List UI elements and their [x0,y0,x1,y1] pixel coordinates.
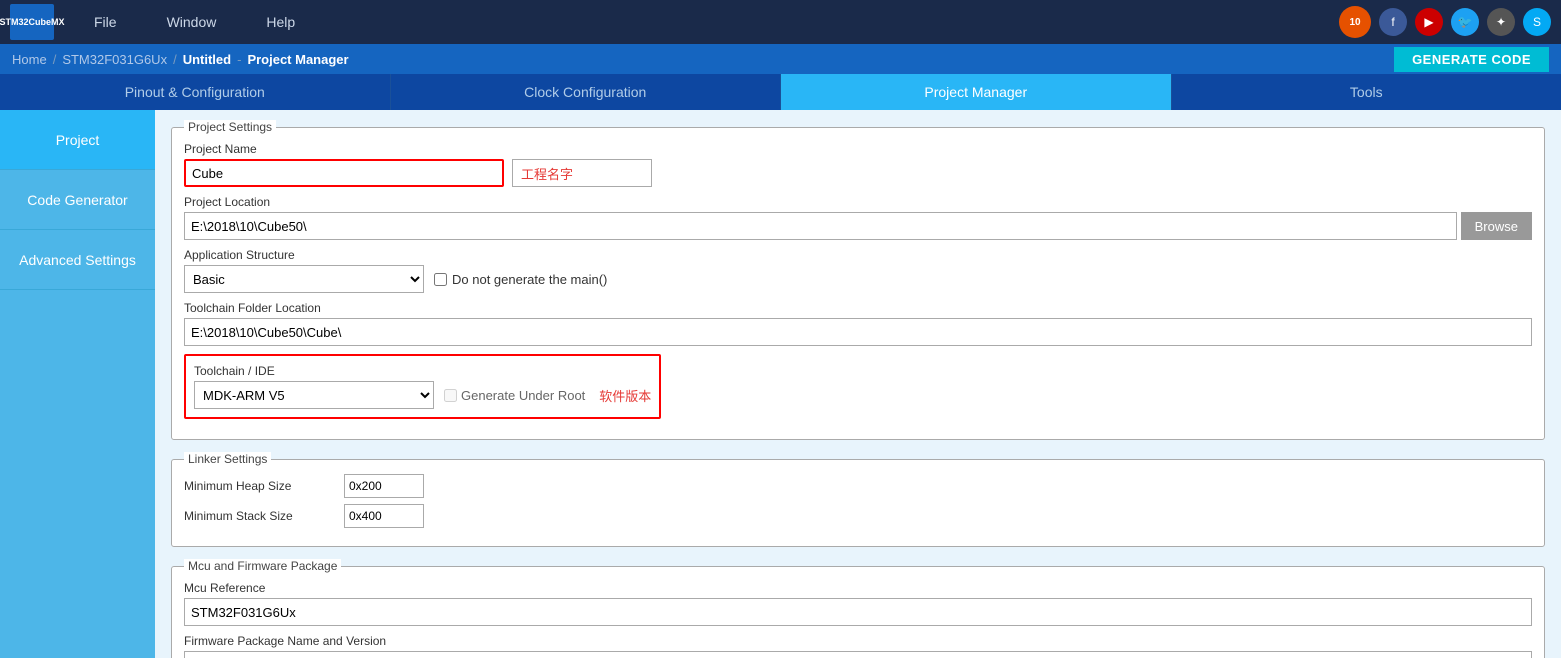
breadcrumb-bar: Home / STM32F031G6Ux / Untitled - Projec… [0,44,1561,74]
sidebar-item-project[interactable]: Project [0,110,155,170]
app-structure-input-row: Basic Advanced Do not generate the main(… [184,265,1532,293]
content-area: Project Settings Project Name 工程名字 Proje… [155,110,1561,658]
mcu-ref-input[interactable] [184,598,1532,626]
nav-menu: File Window Help [94,14,1339,30]
chinese-software-label: 软件版本 [599,386,651,405]
fw-package-input[interactable] [184,651,1532,658]
project-settings-legend: Project Settings [184,120,276,134]
logo-area: STM32 CubeMX [10,4,54,40]
project-location-label: Project Location [184,195,1532,209]
project-settings-section: Project Settings Project Name 工程名字 Proje… [171,120,1545,440]
location-input-row: Browse [184,212,1532,240]
menu-file[interactable]: File [94,14,117,30]
browse-button[interactable]: Browse [1461,212,1532,240]
main-layout: Project Code Generator Advanced Settings… [0,110,1561,658]
social-icons: 10 f ▶ 🐦 ✦ S [1339,6,1551,38]
mcu-firmware-legend: Mcu and Firmware Package [184,559,341,573]
toolchain-ide-box: Toolchain / IDE MDK-ARM V5 MDK-ARM V4 EW… [184,354,661,419]
mcu-ref-row: Mcu Reference [184,581,1532,626]
top-header: STM32 CubeMX File Window Help 10 f ▶ 🐦 ✦… [0,0,1561,44]
breadcrumb-dash: - [237,52,241,67]
sidebar-item-advanced-settings[interactable]: Advanced Settings [0,230,155,290]
toolchain-ide-row: Toolchain / IDE MDK-ARM V5 MDK-ARM V4 EW… [184,354,1532,419]
menu-window[interactable]: Window [167,14,217,30]
mcu-firmware-section: Mcu and Firmware Package Mcu Reference F… [171,559,1545,658]
fw-package-row: Firmware Package Name and Version [184,634,1532,658]
breadcrumb-section: Project Manager [247,52,348,67]
project-location-row: Project Location Browse [184,195,1532,240]
min-heap-input[interactable] [344,474,424,498]
linker-settings-legend: Linker Settings [184,452,271,466]
toolchain-ide-select[interactable]: MDK-ARM V5 MDK-ARM V4 EWARM SW4STM32 Tru… [194,381,434,409]
st-icon[interactable]: S [1523,8,1551,36]
menu-help[interactable]: Help [266,14,295,30]
chinese-project-name-label: 工程名字 [512,159,652,187]
twitter-icon[interactable]: 🐦 [1451,8,1479,36]
tab-project-manager[interactable]: Project Manager [781,74,1172,110]
min-heap-row: Minimum Heap Size [184,474,1532,498]
project-name-row: Project Name 工程名字 [184,142,1532,187]
breadcrumb-project[interactable]: Untitled [183,52,231,67]
app-logo: STM32 CubeMX [10,4,54,40]
tab-pinout[interactable]: Pinout & Configuration [0,74,391,110]
app-structure-label: Application Structure [184,248,1532,262]
tab-tools[interactable]: Tools [1172,74,1561,110]
toolchain-folder-row: Toolchain Folder Location [184,301,1532,346]
toolchain-ide-label: Toolchain / IDE [194,364,651,378]
toolchain-folder-label: Toolchain Folder Location [184,301,1532,315]
sidebar: Project Code Generator Advanced Settings [0,110,155,658]
sidebar-item-code-generator[interactable]: Code Generator [0,170,155,230]
do-not-generate-main-checkbox[interactable] [434,273,447,286]
generate-root-label[interactable]: Generate Under Root [444,388,585,403]
breadcrumb-home[interactable]: Home [12,52,47,67]
min-stack-row: Minimum Stack Size [184,504,1532,528]
min-stack-input[interactable] [344,504,424,528]
project-name-input-row: 工程名字 [184,159,1532,187]
facebook-icon[interactable]: f [1379,8,1407,36]
version-badge: 10 [1339,6,1371,38]
generate-root-checkbox [444,389,457,402]
min-heap-label: Minimum Heap Size [184,479,334,493]
breadcrumb-mcu[interactable]: STM32F031G6Ux [62,52,167,67]
toolchain-folder-input[interactable] [184,318,1532,346]
fw-package-label: Firmware Package Name and Version [184,634,1532,648]
project-name-input[interactable] [184,159,504,187]
breadcrumb-sep1: / [53,52,57,67]
app-structure-row: Application Structure Basic Advanced Do … [184,248,1532,293]
network-icon[interactable]: ✦ [1487,8,1515,36]
tab-clock[interactable]: Clock Configuration [391,74,782,110]
youtube-icon[interactable]: ▶ [1415,8,1443,36]
generate-code-button[interactable]: GENERATE CODE [1394,47,1549,72]
do-not-generate-main-checkbox-label[interactable]: Do not generate the main() [434,272,607,287]
project-location-input[interactable] [184,212,1457,240]
tab-bar: Pinout & Configuration Clock Configurati… [0,74,1561,110]
app-structure-select[interactable]: Basic Advanced [184,265,424,293]
linker-settings-section: Linker Settings Minimum Heap Size Minimu… [171,452,1545,547]
project-name-label: Project Name [184,142,1532,156]
toolchain-inner-row: MDK-ARM V5 MDK-ARM V4 EWARM SW4STM32 Tru… [194,381,651,409]
min-stack-label: Minimum Stack Size [184,509,334,523]
mcu-ref-label: Mcu Reference [184,581,1532,595]
breadcrumb-sep2: / [173,52,177,67]
